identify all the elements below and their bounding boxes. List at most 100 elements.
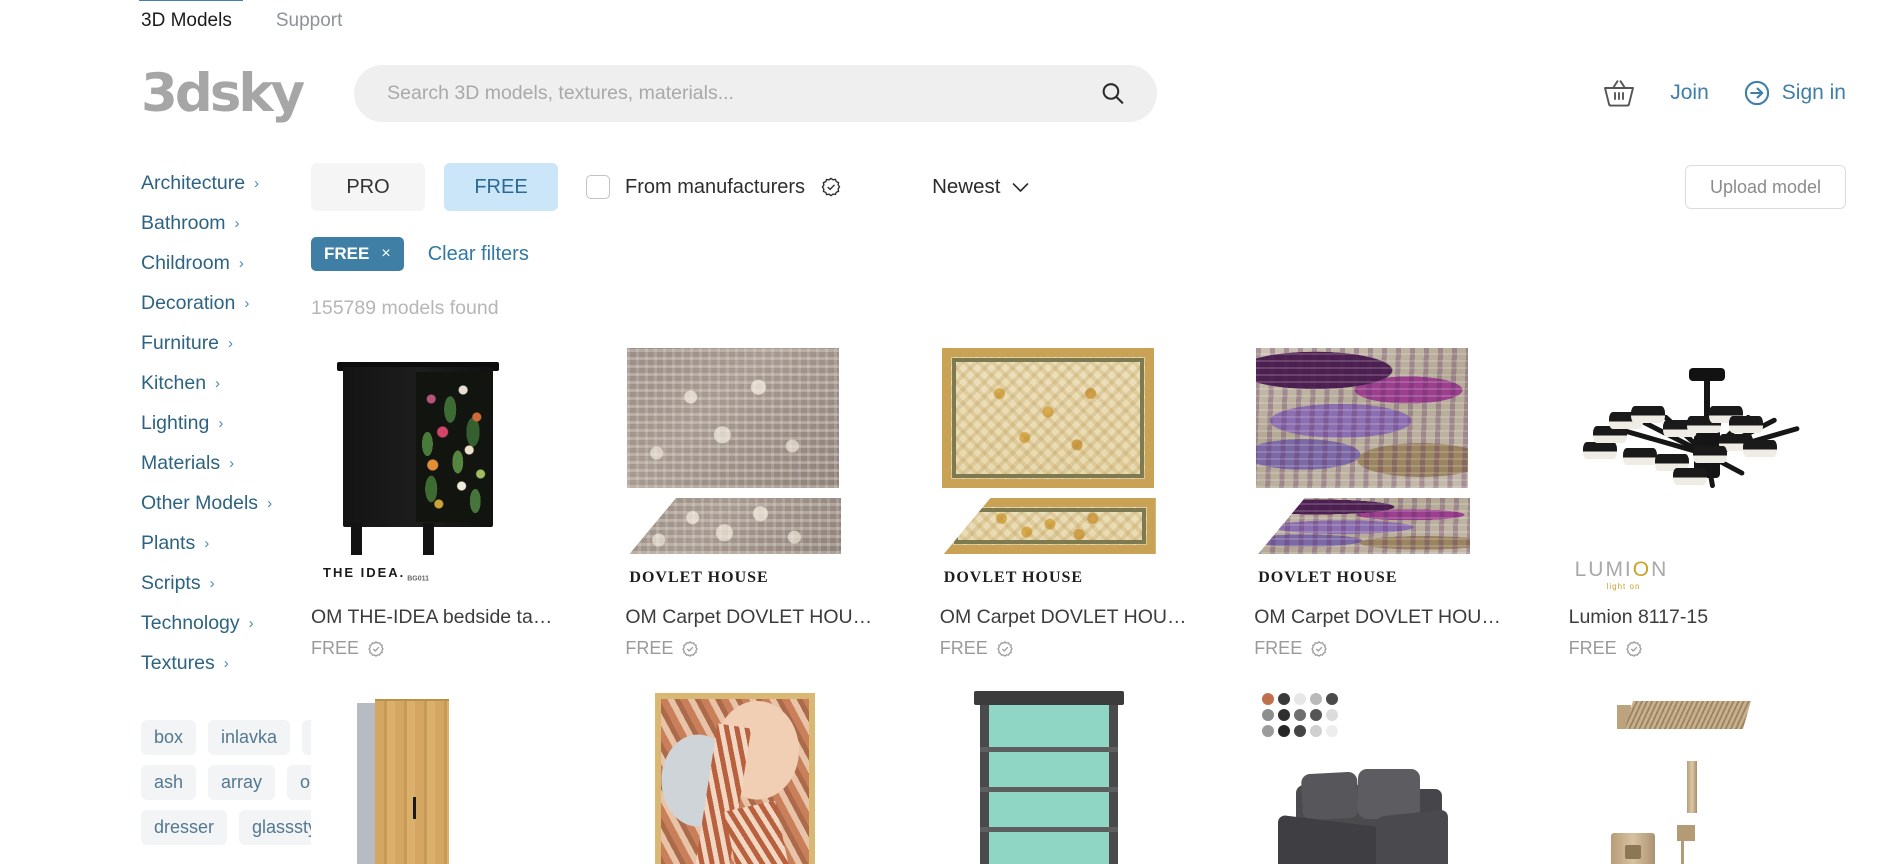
clear-filters-button[interactable]: Clear filters — [428, 243, 529, 266]
sidebar-item-lighting[interactable]: Lighting › — [141, 403, 279, 443]
model-thumbnail[interactable] — [625, 685, 903, 864]
model-price: FREE — [1254, 638, 1531, 659]
price-label: FREE — [1254, 638, 1303, 658]
chevron-right-icon: › — [223, 654, 229, 672]
sidebar-item-textures[interactable]: Textures › — [141, 643, 279, 683]
model-card[interactable]: THE IDEA. BG011 OM THE-IDEA bedside ta… … — [311, 342, 589, 659]
sidebar-item-childroom[interactable]: Childroom › — [141, 243, 279, 283]
arrow-right-circle-icon — [1743, 79, 1771, 107]
sidebar-item-label: Furniture — [141, 331, 220, 354]
model-title: OM Carpet DOVLET HOU… — [625, 606, 873, 628]
shopping-basket-icon[interactable] — [1602, 78, 1636, 108]
close-icon[interactable]: × — [381, 245, 390, 263]
bookcase-art — [940, 685, 1217, 864]
sidebar-item-materials[interactable]: Materials › — [141, 443, 279, 483]
chevron-down-icon — [1012, 182, 1029, 193]
sidebar-item-label: Kitchen — [141, 371, 207, 394]
top-nav-tabs: 3D Models Support — [0, 0, 1896, 43]
price-label: FREE — [939, 638, 988, 658]
sidebar-item-decoration[interactable]: Decoration › — [141, 283, 279, 323]
model-title: OM THE-IDEA bedside ta… — [311, 606, 553, 628]
model-thumbnail[interactable]: LUMION light on — [1568, 342, 1846, 595]
model-thumbnail[interactable]: THE IDEA. BG011 — [311, 342, 589, 595]
sidebar-item-label: Architecture — [141, 171, 246, 194]
model-thumbnail[interactable] — [1254, 685, 1532, 864]
filter-pro-button[interactable]: PRO — [311, 163, 425, 211]
model-price: FREE — [311, 638, 588, 659]
model-card[interactable] — [311, 685, 589, 864]
checkbox-box[interactable] — [586, 175, 610, 199]
carpet-art: DOVLET HOUSE — [1254, 342, 1531, 595]
sidebar-item-other-models[interactable]: Other Models › — [141, 483, 279, 523]
model-thumbnail[interactable]: DOVLET HOUSE — [1254, 342, 1532, 595]
chandelier-art: LUMION light on — [1569, 342, 1846, 595]
sidebar-item-label: Technology — [141, 611, 240, 634]
chevron-right-icon: › — [215, 374, 221, 392]
chevron-right-icon: › — [204, 534, 210, 552]
model-card[interactable]: DOVLET HOUSE OM Carpet DOVLET HOU… FREE — [625, 342, 903, 659]
tag-chip[interactable]: inlavka — [208, 720, 291, 755]
active-filter-chip-free[interactable]: FREE × — [311, 237, 404, 271]
model-thumbnail[interactable] — [939, 685, 1218, 864]
sidebar-item-bathroom[interactable]: Bathroom › — [141, 203, 279, 243]
upload-model-button[interactable]: Upload model — [1685, 165, 1846, 209]
sidebar-item-technology[interactable]: Technology › — [141, 603, 279, 643]
search-input[interactable] — [354, 64, 1158, 122]
site-logo[interactable]: 3dsky — [141, 67, 305, 120]
model-card[interactable] — [1568, 685, 1846, 864]
sidebar-item-label: Plants — [141, 531, 196, 554]
model-card[interactable] — [939, 685, 1218, 864]
from-manufacturers-checkbox[interactable]: From manufacturers — [586, 175, 842, 199]
search-icon[interactable] — [1100, 81, 1125, 106]
verified-badge-icon — [681, 640, 699, 658]
wardrobe-art — [311, 685, 588, 864]
tag-chip[interactable]: dresser — [141, 810, 228, 845]
sort-value: Newest — [932, 175, 1001, 198]
filter-free-button[interactable]: FREE — [444, 163, 558, 211]
tag-chip[interactable]: box — [141, 720, 197, 755]
price-label: FREE — [311, 638, 360, 658]
sign-in-button[interactable]: Sign in — [1743, 79, 1846, 107]
model-price: FREE — [1569, 638, 1846, 659]
sidebar-item-architecture[interactable]: Architecture › — [141, 163, 279, 203]
tag-chip[interactable]: array — [208, 765, 276, 800]
sidebar-item-kitchen[interactable]: Kitchen › — [141, 363, 279, 403]
bedside-table-art: THE IDEA. BG011 — [311, 342, 588, 595]
model-thumbnail[interactable]: DOVLET HOUSE — [625, 342, 903, 595]
model-thumbnail[interactable] — [311, 685, 589, 864]
model-card[interactable] — [1254, 685, 1532, 864]
model-card[interactable] — [625, 685, 903, 864]
chevron-right-icon: › — [254, 174, 260, 192]
chevron-right-icon: › — [229, 454, 235, 472]
price-label: FREE — [625, 638, 674, 658]
sidebar-item-scripts[interactable]: Scripts › — [141, 563, 279, 603]
model-card[interactable]: DOVLET HOUSE OM Carpet DOVLET HOU… FREE — [939, 342, 1218, 659]
sidebar-item-label: Textures — [141, 651, 215, 674]
tab-3d-models[interactable]: 3D Models — [139, 0, 243, 43]
join-link[interactable]: Join — [1670, 81, 1709, 105]
tab-support[interactable]: Support — [276, 10, 343, 43]
chevron-right-icon: › — [228, 334, 234, 352]
sidebar-item-furniture[interactable]: Furniture › — [141, 323, 279, 363]
model-card[interactable]: LUMION light on Lumion 8117-15 FREE — [1568, 342, 1846, 659]
sidebar-item-label: Scripts — [141, 571, 201, 594]
verified-badge-icon — [1310, 640, 1328, 658]
model-card[interactable]: DOVLET HOUSE OM Carpet DOVLET HOU… FREE — [1254, 342, 1532, 659]
brand-watermark: THE IDEA. BG011 — [323, 565, 430, 583]
sign-in-label: Sign in — [1781, 81, 1846, 104]
sort-dropdown[interactable]: Newest — [932, 175, 1029, 199]
sidebar-item-label: Other Models — [141, 491, 259, 514]
carpet-art: DOVLET HOUSE — [625, 342, 902, 595]
sidebar-item-label: Childroom — [141, 251, 230, 274]
brand-watermark: LUMION light on — [1574, 558, 1669, 591]
model-thumbnail[interactable]: DOVLET HOUSE — [939, 342, 1218, 595]
chevron-right-icon: › — [234, 214, 240, 232]
tag-chip[interactable]: ash — [141, 765, 197, 800]
model-thumbnail[interactable] — [1568, 685, 1846, 864]
sofa-art — [1254, 685, 1531, 864]
carpet-art: DOVLET HOUSE — [940, 342, 1217, 595]
verified-badge-icon — [820, 176, 842, 198]
chevron-right-icon: › — [248, 614, 254, 632]
model-title: OM Carpet DOVLET HOU… — [939, 606, 1187, 628]
sidebar-item-plants[interactable]: Plants › — [141, 523, 279, 563]
